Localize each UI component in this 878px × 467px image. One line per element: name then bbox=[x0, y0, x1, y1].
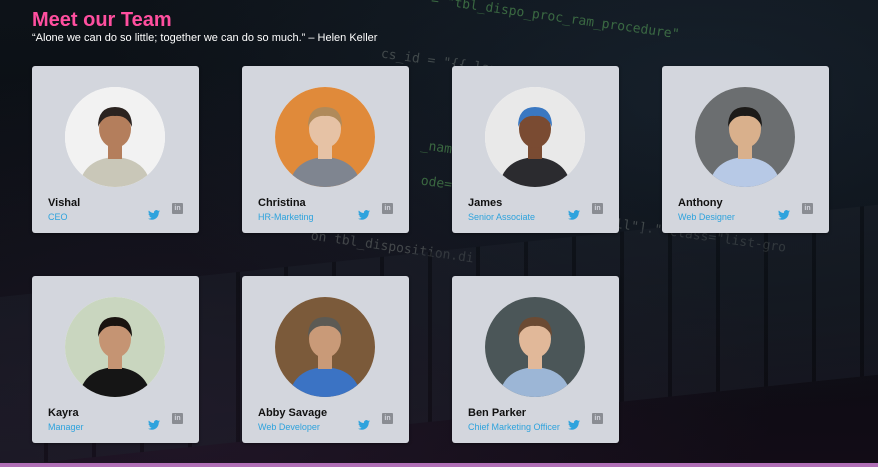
twitter-icon[interactable] bbox=[568, 205, 580, 220]
bottom-strip bbox=[0, 463, 878, 467]
avatar bbox=[485, 87, 585, 187]
member-role: CEO bbox=[48, 212, 68, 222]
member-role: Manager bbox=[48, 422, 84, 432]
member-name: Abby Savage bbox=[258, 407, 328, 419]
page-quote: “Alone we can do so little; together we … bbox=[32, 32, 378, 44]
member-role: Chief Marketing Officer bbox=[468, 422, 560, 432]
twitter-icon[interactable] bbox=[358, 205, 370, 220]
team-card: Ben Parker Chief Marketing Officer in bbox=[452, 276, 619, 443]
member-name: Vishal bbox=[48, 197, 81, 209]
member-role: Senior Associate bbox=[468, 212, 536, 222]
team-card: Kayra Manager in bbox=[32, 276, 199, 443]
member-name: Anthony bbox=[678, 197, 723, 209]
member-role: Web Designer bbox=[678, 212, 735, 222]
linkedin-icon[interactable]: in bbox=[382, 203, 393, 214]
member-name: James bbox=[468, 197, 503, 209]
avatar bbox=[275, 87, 375, 187]
member-role: Web Developer bbox=[258, 422, 320, 432]
linkedin-icon[interactable]: in bbox=[592, 413, 603, 424]
team-card: Abby Savage Web Developer in bbox=[242, 276, 409, 443]
team-card: Christina HR-Marketing in bbox=[242, 66, 409, 233]
team-card: Vishal CEO in bbox=[32, 66, 199, 233]
page-title: Meet our Team bbox=[32, 9, 172, 31]
linkedin-icon[interactable]: in bbox=[172, 203, 183, 214]
linkedin-icon[interactable]: in bbox=[172, 413, 183, 424]
twitter-icon[interactable] bbox=[568, 415, 580, 430]
team-card: Anthony Web Designer in bbox=[662, 66, 829, 233]
code-decoration: = "tbl_dispo_proc_ram_procedure" bbox=[430, 0, 681, 43]
team-card: James Senior Associate in bbox=[452, 66, 619, 233]
twitter-icon[interactable] bbox=[148, 205, 160, 220]
avatar bbox=[695, 87, 795, 187]
member-role: HR-Marketing bbox=[258, 212, 314, 222]
linkedin-icon[interactable]: in bbox=[592, 203, 603, 214]
member-name: Kayra bbox=[48, 407, 79, 419]
member-name: Ben Parker bbox=[468, 407, 527, 419]
avatar bbox=[65, 297, 165, 397]
member-name: Christina bbox=[258, 197, 306, 209]
page-header: Meet our Team “Alone we can do so little… bbox=[32, 8, 377, 45]
linkedin-icon[interactable]: in bbox=[802, 203, 813, 214]
twitter-icon[interactable] bbox=[148, 415, 160, 430]
twitter-icon[interactable] bbox=[778, 205, 790, 220]
avatar bbox=[65, 87, 165, 187]
linkedin-icon[interactable]: in bbox=[382, 413, 393, 424]
twitter-icon[interactable] bbox=[358, 415, 370, 430]
avatar bbox=[275, 297, 375, 397]
avatar bbox=[485, 297, 585, 397]
